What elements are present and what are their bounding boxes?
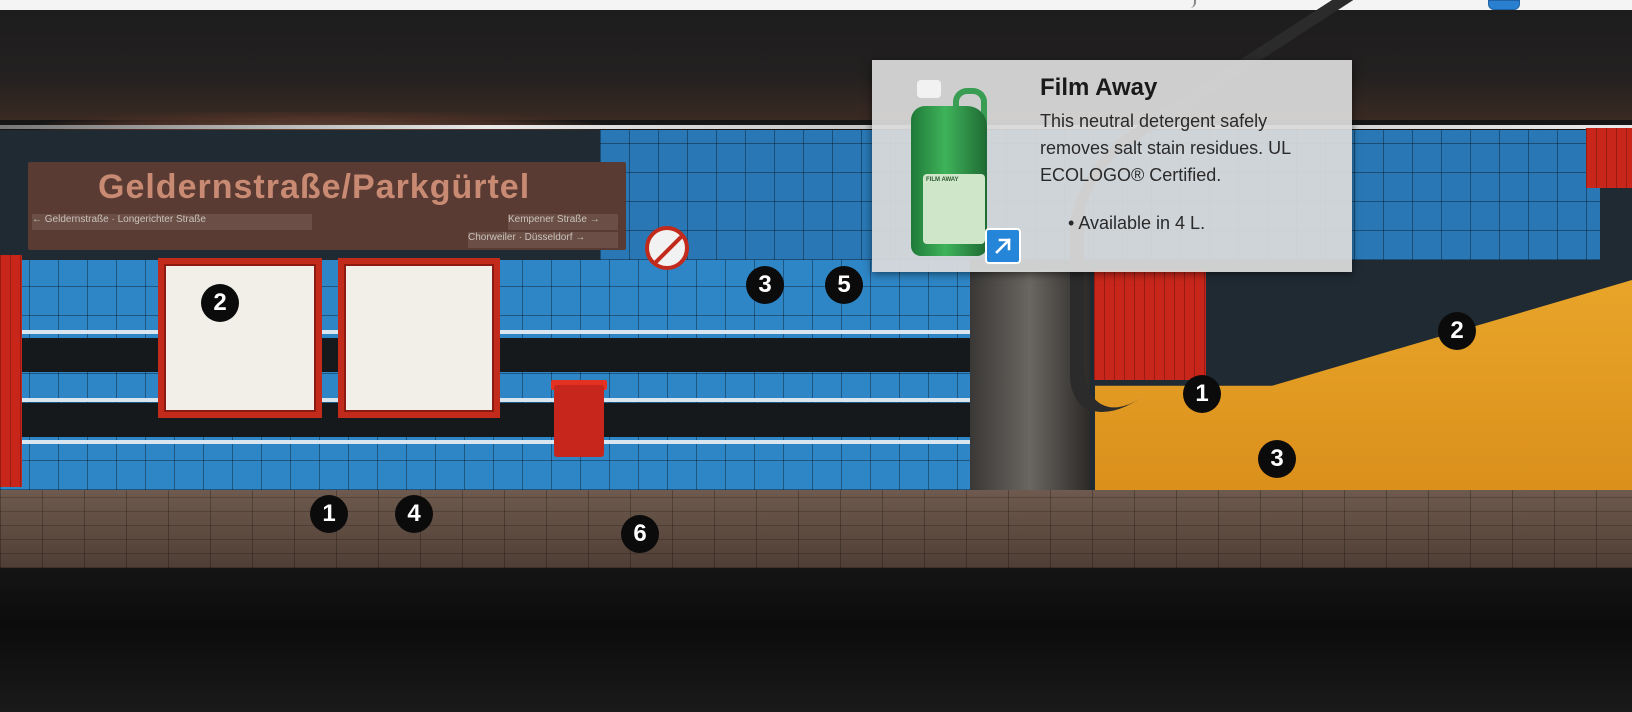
product-popup: FILM AWAY Film Away This neutral deterge… xyxy=(872,60,1352,272)
bullet-dot: • xyxy=(1068,213,1079,233)
jug-label: FILM AWAY xyxy=(923,174,985,244)
product-title: Film Away xyxy=(1040,74,1158,101)
wall-stripe-line xyxy=(0,440,970,444)
hotspot-3-wall[interactable]: 3 xyxy=(746,266,784,304)
red-tile-column xyxy=(1586,128,1632,188)
red-tile-column xyxy=(0,255,22,487)
poster-board-right xyxy=(338,258,500,418)
sign-direction-right: Kempener Straße → xyxy=(508,214,618,230)
product-description: This neutral detergent safely removes sa… xyxy=(1040,111,1291,185)
hotspot-6-floor[interactable]: 6 xyxy=(621,515,659,553)
arrow-up-right-icon xyxy=(995,238,1011,254)
track-bed xyxy=(0,568,1632,712)
poster-board-left xyxy=(158,258,322,418)
trash-bin xyxy=(554,385,604,457)
jug-cap xyxy=(917,80,941,98)
no-smoking-sign-icon xyxy=(645,226,689,270)
hotspot-2-escalator[interactable]: 2 xyxy=(1438,312,1476,350)
station-name: Geldernstraße/Parkgürtel xyxy=(98,168,531,206)
jug-body: FILM AWAY xyxy=(911,106,987,256)
external-link-icon[interactable] xyxy=(985,228,1021,264)
hotspot-5-wall[interactable]: 5 xyxy=(825,266,863,304)
hotspot-2-poster-board[interactable]: 2 xyxy=(201,284,239,322)
product-image: FILM AWAY xyxy=(905,78,1021,264)
hotspot-3-panel[interactable]: 3 xyxy=(1258,440,1296,478)
station-sign: Geldernstraße/Parkgürtel ← Geldernstraße… xyxy=(28,162,626,250)
bullet-text: Available in 4 L. xyxy=(1078,213,1206,233)
scene: Geldernstraße/Parkgürtel ← Geldernstraße… xyxy=(0,0,1632,712)
sign-direction-right-2: Chorweiler · Düsseldorf → xyxy=(468,232,618,248)
sign-direction-left: ← Geldernstraße · Longerichter Straße xyxy=(32,214,312,230)
platform-floor xyxy=(0,490,1632,568)
hotspot-4-floor[interactable]: 4 xyxy=(395,495,433,533)
hotspot-1-handrail[interactable]: 1 xyxy=(1183,375,1221,413)
hotspot-1-floor[interactable]: 1 xyxy=(310,495,348,533)
product-bullet: • Available in 4 L. xyxy=(1068,213,1205,234)
